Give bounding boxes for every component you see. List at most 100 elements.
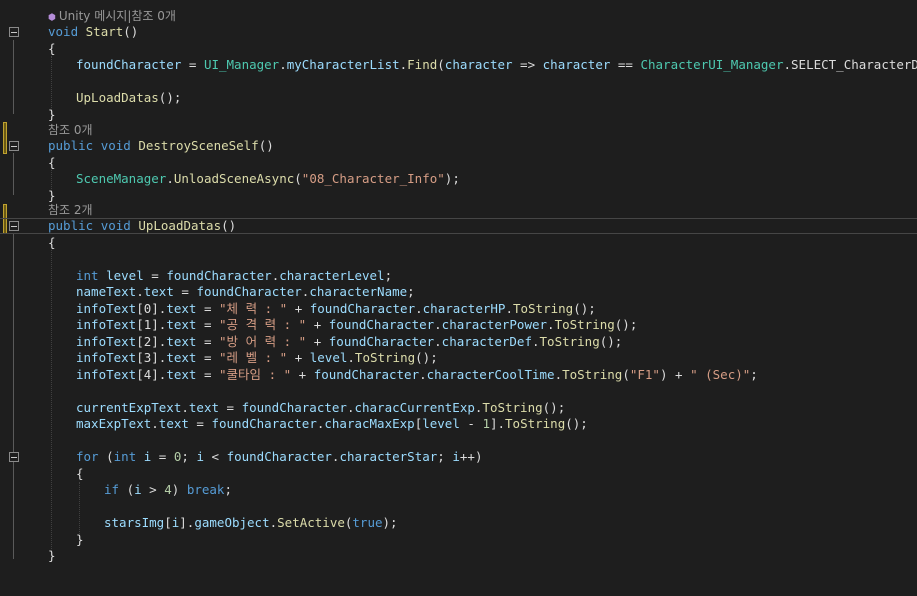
token: +	[306, 317, 329, 332]
token: ToString	[554, 317, 615, 332]
code-line-current[interactable]: public void UpLoadDatas()	[0, 218, 917, 234]
code-line[interactable]: nameText.text = foundCharacter.character…	[0, 284, 917, 300]
codelens-references[interactable]: 참조 2개	[0, 202, 917, 218]
collapse-toggle[interactable]	[9, 27, 19, 37]
code-line[interactable]: for (int i = 0; i < foundCharacter.chara…	[0, 449, 917, 465]
token: text	[166, 317, 197, 332]
code-line[interactable]: public void DestroySceneSelf()	[0, 138, 917, 154]
token: ].	[179, 515, 195, 530]
token: gameObject	[194, 515, 270, 530]
token: ++)	[459, 449, 483, 464]
token: .	[136, 284, 144, 299]
token: break	[186, 482, 225, 497]
token: =>	[512, 57, 543, 72]
token: ;	[750, 367, 758, 382]
token: text	[188, 400, 219, 415]
code-line[interactable]: currentExpText.text = foundCharacter.cha…	[0, 400, 917, 416]
token: characterLevel	[279, 268, 385, 283]
token: infoText	[76, 334, 137, 349]
token: maxExpText	[76, 416, 152, 431]
token: =	[143, 268, 167, 283]
code-line[interactable]: void Start()	[0, 24, 917, 40]
token: {	[76, 466, 84, 481]
token: >	[141, 482, 165, 497]
codelens-text[interactable]: Unity 메시지|참조 0개	[59, 9, 176, 23]
token: level	[309, 350, 348, 365]
collapse-toggle[interactable]	[9, 221, 19, 231]
code-line[interactable]: if (i > 4) break;	[0, 482, 917, 498]
token: .	[269, 515, 278, 530]
token: {	[48, 41, 56, 56]
token: =	[196, 350, 220, 365]
token: for	[76, 449, 99, 464]
code-line[interactable]: infoText[4].text = "쿨타임 : " + foundChara…	[0, 367, 917, 383]
code-line[interactable]: }	[0, 548, 917, 564]
code-line[interactable]: {	[0, 235, 917, 251]
token: ].	[489, 416, 506, 431]
code-line[interactable]: }	[0, 532, 917, 548]
token: }	[48, 548, 56, 563]
token: UI_Manager	[203, 57, 280, 72]
token: foundCharacter	[196, 284, 302, 299]
token: i	[452, 449, 460, 464]
token: .	[434, 317, 442, 332]
token: ;	[437, 449, 453, 464]
codelens-references[interactable]: 참조 0개	[0, 122, 917, 138]
token: DestroySceneSelf	[138, 138, 259, 153]
code-line[interactable]: foundCharacter = UI_Manager.myCharacterL…	[0, 57, 917, 73]
token: UpLoadDatas	[76, 90, 159, 105]
code-line[interactable]: }	[0, 107, 917, 123]
code-line[interactable]: infoText[2].text = "방 어 력 : " + foundCha…	[0, 334, 917, 350]
token: =	[188, 416, 212, 431]
token: =	[219, 400, 242, 415]
collapse-toggle[interactable]	[9, 141, 19, 151]
token: }	[48, 107, 56, 122]
code-line[interactable]: infoText[1].text = "공 격 력 : " + foundCha…	[0, 317, 917, 333]
token: text	[166, 350, 197, 365]
code-line[interactable]: starsImg[i].gameObject.SetActive(true);	[0, 515, 917, 531]
token: if	[104, 482, 120, 497]
token: SELECT_CharacterData	[791, 57, 917, 72]
token: Start	[85, 24, 124, 39]
token: +	[287, 350, 310, 365]
collapse-toggle[interactable]	[9, 452, 19, 462]
token: characterStar	[339, 449, 438, 464]
token: }	[76, 532, 84, 547]
token: ();	[542, 400, 566, 415]
code-line[interactable]: int level = foundCharacter.characterLeve…	[0, 268, 917, 284]
token: text	[143, 284, 174, 299]
token: (	[622, 367, 630, 382]
token: [	[164, 515, 172, 530]
token: foundCharacter	[211, 416, 317, 431]
token: [4].	[136, 367, 167, 382]
token: ToString	[354, 350, 416, 365]
code-line[interactable]: infoText[0].text = "체 력 : " + foundChara…	[0, 301, 917, 317]
token: ()	[123, 24, 139, 39]
token: ();	[565, 416, 588, 431]
token: +	[291, 367, 314, 382]
token: public	[48, 218, 94, 233]
token: .	[531, 334, 540, 349]
code-line[interactable]: SceneManager.UnloadSceneAsync("08_Charac…	[0, 171, 917, 187]
code-line[interactable]: infoText[3].text = "레 벨 : " + level.ToSt…	[0, 350, 917, 366]
token: SetActive	[277, 515, 345, 530]
token: .	[547, 317, 555, 332]
codelens-text[interactable]: 참조 2개	[48, 203, 93, 217]
token: ();	[614, 317, 638, 332]
code-line[interactable]: {	[0, 41, 917, 57]
token: ==	[610, 57, 641, 72]
token: {	[48, 155, 56, 170]
token: .	[505, 301, 513, 316]
token: ToString	[512, 301, 574, 316]
token: .	[166, 171, 174, 186]
code-editor[interactable]: ⬢ Unity 메시지|참조 0개 void Start() { foundCha…	[0, 0, 917, 580]
code-line[interactable]: {	[0, 155, 917, 171]
token: text	[158, 416, 189, 431]
code-line[interactable]: maxExpText.text = foundCharacter.characM…	[0, 416, 917, 432]
token: nameText	[76, 284, 137, 299]
token: =	[151, 449, 174, 464]
code-line[interactable]: UpLoadDatas();	[0, 90, 917, 106]
codelens-text[interactable]: 참조 0개	[48, 123, 93, 137]
code-line[interactable]: {	[0, 466, 917, 482]
token: int	[113, 449, 137, 464]
